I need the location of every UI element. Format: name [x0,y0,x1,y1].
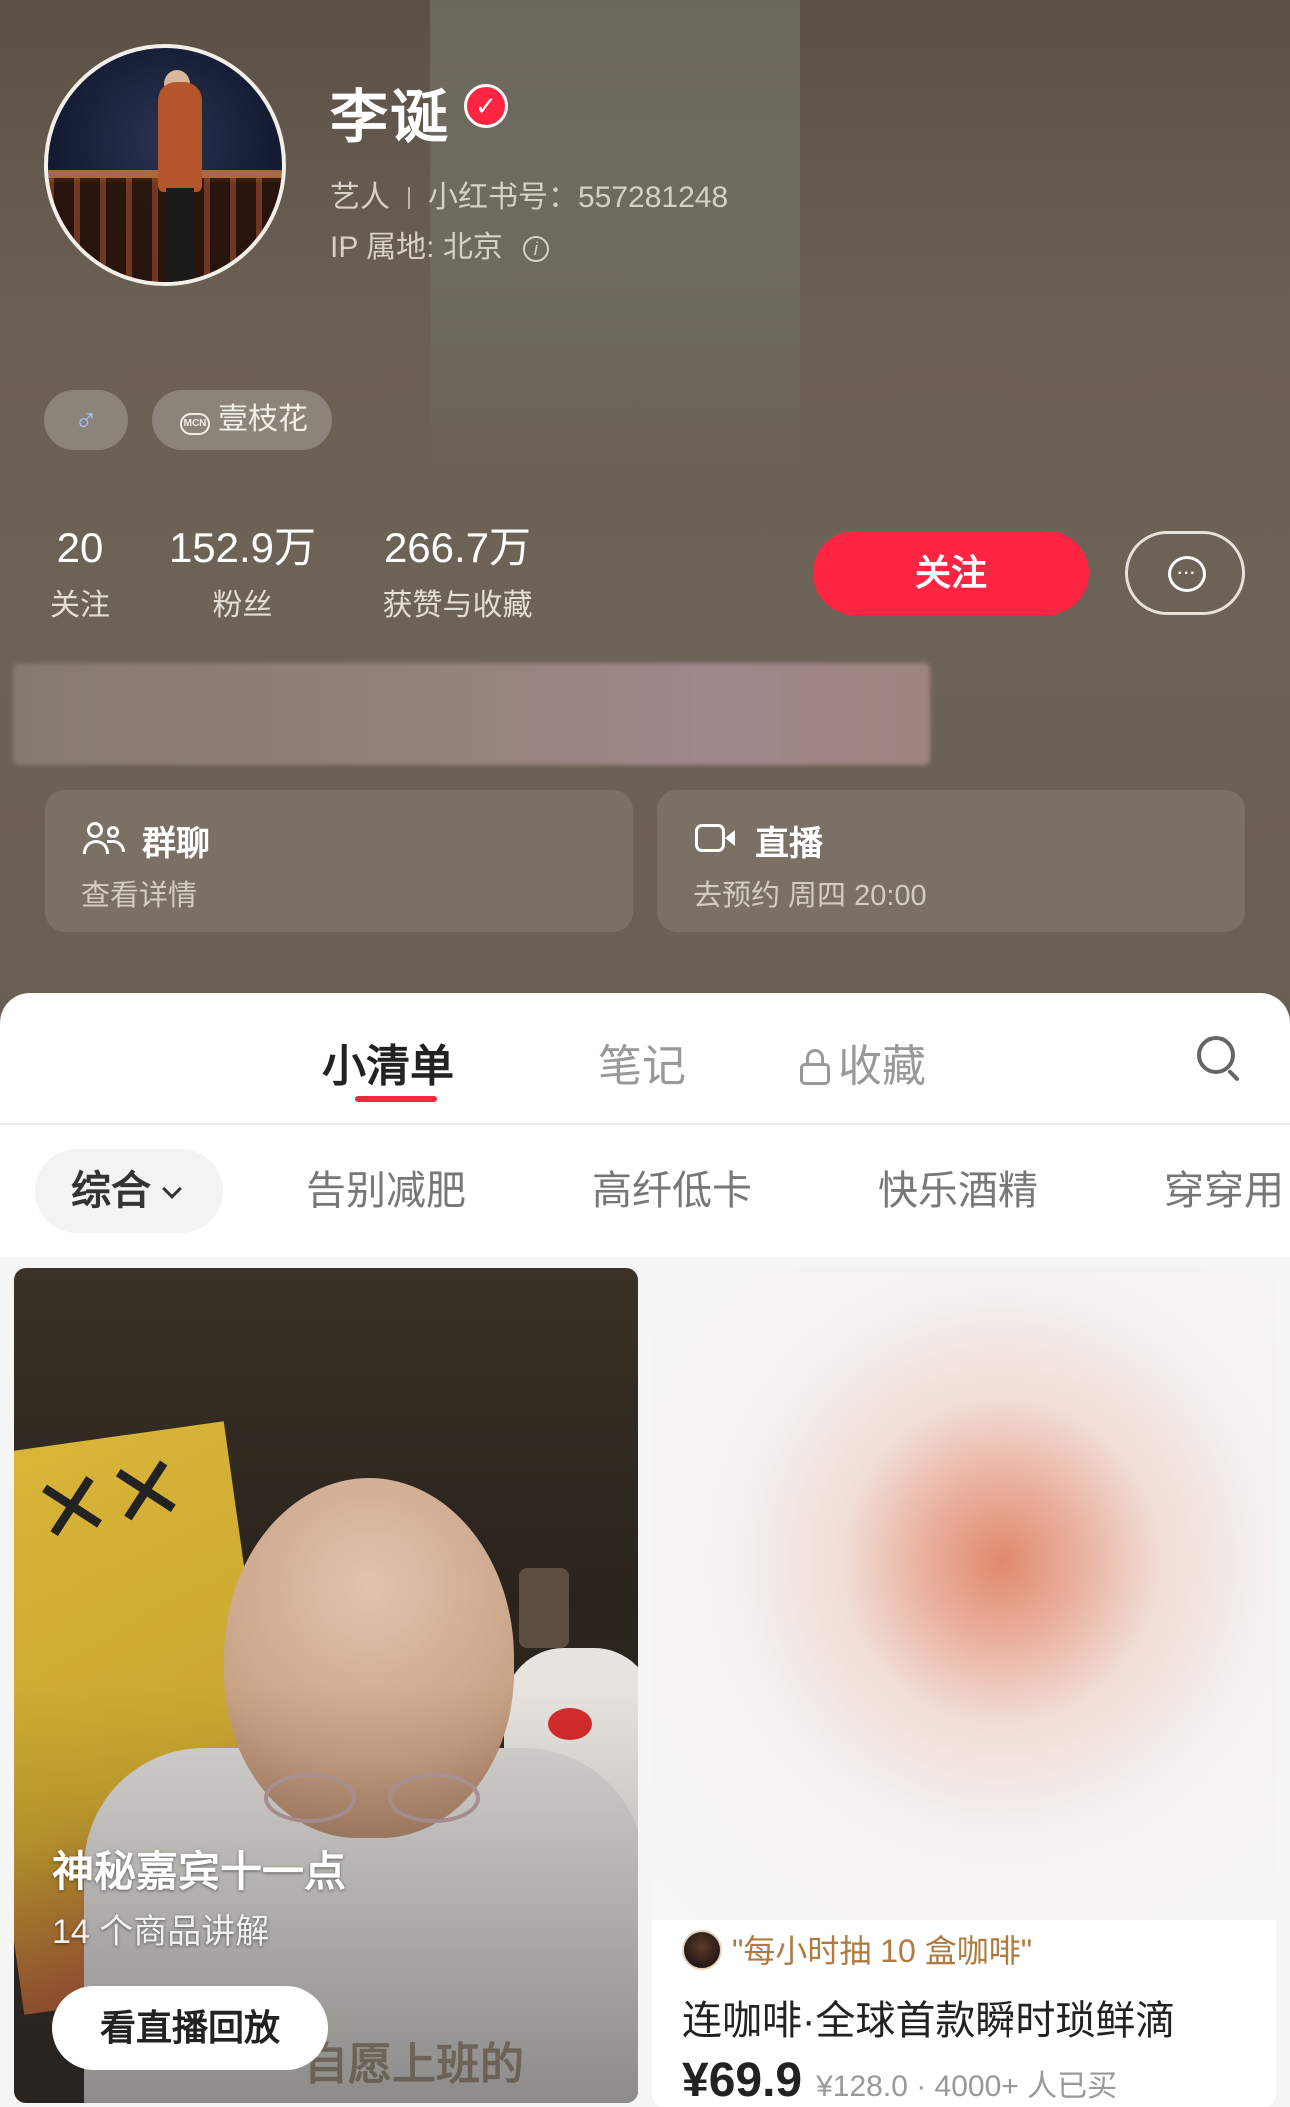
tab-notes[interactable]: 笔记 [598,1030,686,1094]
info-icon[interactable]: i [522,236,549,262]
product-title: 连咖啡·全球首款瞬时琐鲜滴 [682,1999,1176,2043]
ip-location: IP 属地: 北京 i [330,222,549,266]
product-image [652,1268,1276,1920]
source-avatar [682,1930,722,1970]
price-row: ¥69.9 ¥128.0 · 4000+ 人已买 [682,2053,1117,2107]
stat-value: 20 [56,524,104,571]
avatar-figure-body [158,82,202,192]
ip-value: 北京 [442,231,503,264]
video-camera-icon [695,820,739,858]
tab-list[interactable]: 小清单 [322,1030,454,1094]
group-chat-title: 群聊 [142,825,210,863]
chat-dots: ··· [1177,565,1197,582]
blurred-bio [13,663,930,765]
male-icon: ♂ [74,402,98,438]
live-title: 直播 [755,825,823,863]
background-caption: 自愿上班的 [304,2040,524,2089]
mcn-tag[interactable]: MCN 壹枝花 [152,390,332,450]
group-chat-subtitle: 查看详情 [81,880,198,912]
filter-chip[interactable]: 穿穿用 [1164,1149,1284,1233]
live-card[interactable]: 直播 去预约 周四 20:00 [657,790,1245,932]
stat-following[interactable]: 20 关注 [40,522,120,624]
filter-chip[interactable]: 告别减肥 [306,1149,466,1233]
profile-header: 李诞 ✓ 艺人 小红书号：557281248 IP 属地: 北京 i ♂ MCN 壹枝… [0,0,1290,1030]
meta-divider [408,187,410,209]
live-subtitle: 去预约 周四 20:00 [693,880,927,912]
filter-bar: 综合 告别减肥 高纤低卡 快乐酒精 穿穿用 [0,1125,1290,1257]
lock-icon [800,1049,830,1085]
stat-label: 粉丝 [212,589,273,622]
product-price: ¥69.9 [682,2054,803,2107]
filter-chip-active[interactable]: 综合 [35,1149,223,1233]
redbook-id[interactable]: 557281248 [578,181,728,214]
stat-value: 266.7万 [383,524,532,571]
stat-value: 152.9万 [168,524,317,571]
avatar-figure-legs [166,188,194,282]
replay-subtitle: 14 个商品讲解 [52,1913,270,1951]
group-chat-card[interactable]: 群聊 查看详情 [45,790,633,932]
group-icon [83,820,127,858]
mcn-icon: MCN [180,413,210,435]
filter-chip[interactable]: 快乐酒精 [878,1149,1038,1233]
stat-label: 关注 [50,589,110,622]
message-button[interactable]: ··· [1125,531,1245,615]
stat-label: 获赞与收藏 [382,589,533,622]
profile-meta: 艺人 小红书号：557281248 [330,172,728,216]
profile-name: 李诞 [330,85,451,150]
filter-chip[interactable]: 高纤低卡 [592,1149,752,1233]
mcn-name: 壹枝花 [218,403,308,436]
background-jar [519,1568,569,1648]
product-extra: ¥128.0 · 4000+ 人已买 [816,2070,1118,2103]
follow-button[interactable]: 关注 [813,531,1089,615]
search-icon[interactable] [1197,1036,1243,1082]
stat-likes-collects[interactable]: 266.7万 获赞与收藏 [365,522,550,624]
active-tab-indicator [355,1096,437,1102]
chevron-down-icon [162,1179,182,1199]
replay-title: 神秘嘉宾十一点 [52,1848,347,1895]
redbook-id-label: 小红书号： [428,181,578,214]
live-replay-card[interactable]: ✕✕ 自愿上班的 神秘嘉宾十一点 14 个商品讲解 看直播回放 [14,1268,638,2103]
filter-chip-label: 综合 [71,1169,151,1213]
avatar-railing [48,178,282,282]
source-text: "每小时抽 10 盒咖啡" [732,1933,1033,1969]
stat-followers[interactable]: 152.9万 粉丝 [160,522,325,624]
verified-badge-icon: ✓ [464,84,508,128]
tab-collect-label: 收藏 [838,1042,926,1091]
watch-replay-button[interactable]: 看直播回放 [52,1986,328,2070]
ip-label: IP 属地: [330,231,443,264]
profile-role: 艺人 [330,181,390,214]
product-card[interactable]: "每小时抽 10 盒咖啡" 连咖啡·全球首款瞬时琐鲜滴 ¥69.9 ¥128.0 … [652,1268,1276,2107]
gender-tag: ♂ [44,390,128,450]
tab-collect[interactable]: 收藏 [800,1030,926,1094]
product-source: "每小时抽 10 盒咖啡" [682,1926,1032,1972]
avatar[interactable] [44,44,286,286]
